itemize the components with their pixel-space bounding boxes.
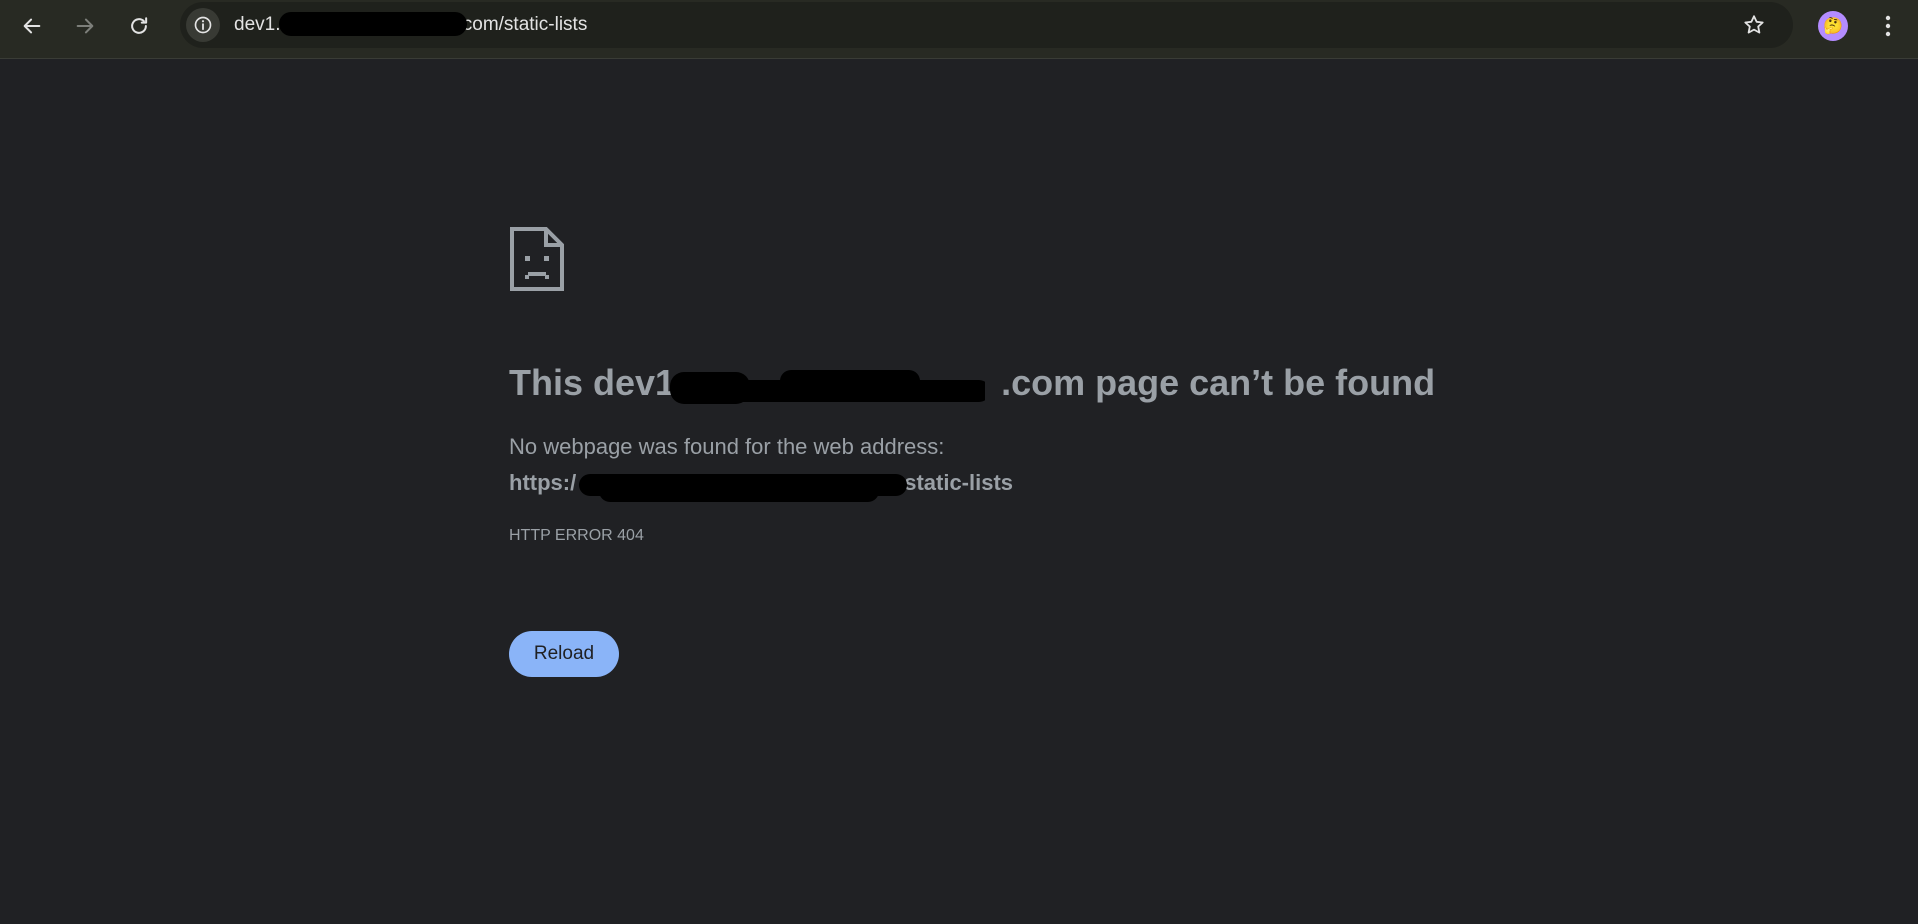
url-suffix: .com/static-lists xyxy=(457,14,588,35)
redaction-mark xyxy=(579,474,907,502)
title-suffix: .com page can’t be found xyxy=(1001,362,1436,403)
redaction-mark xyxy=(279,12,467,36)
reload-button[interactable]: Reload xyxy=(509,631,619,677)
profile-emoji: 🤔 xyxy=(1823,18,1843,35)
address-bar[interactable]: dev1. .com/static-lists xyxy=(180,2,1793,48)
sad-document-icon xyxy=(510,227,564,291)
error-description: No webpage was found for the web address… xyxy=(509,434,945,459)
reload-page-button[interactable] xyxy=(121,8,157,44)
profile-avatar[interactable]: 🤔 xyxy=(1818,11,1848,41)
redaction-mark xyxy=(670,370,985,404)
arrow-left-icon xyxy=(23,18,41,34)
arrow-right-icon xyxy=(76,18,94,34)
forward-button[interactable] xyxy=(67,8,103,44)
url-prefix: dev1. xyxy=(234,14,281,35)
star-icon xyxy=(1744,15,1764,34)
kebab-menu-icon xyxy=(1885,15,1891,37)
browser-toolbar: dev1. .com/static-lists 🤔 xyxy=(0,0,1918,59)
browser-menu-button[interactable] xyxy=(1870,8,1906,44)
bookmark-button[interactable] xyxy=(1736,7,1772,43)
info-icon xyxy=(194,16,212,34)
requested-url-prefix: https:/ xyxy=(509,470,577,495)
site-info-button[interactable] xyxy=(186,8,220,42)
requested-url-suffix: static-lists xyxy=(904,470,1014,495)
error-code: HTTP ERROR 404 xyxy=(509,527,644,544)
reload-icon xyxy=(131,17,148,34)
back-button[interactable] xyxy=(14,8,50,44)
title-prefix: This dev1. xyxy=(509,362,686,403)
